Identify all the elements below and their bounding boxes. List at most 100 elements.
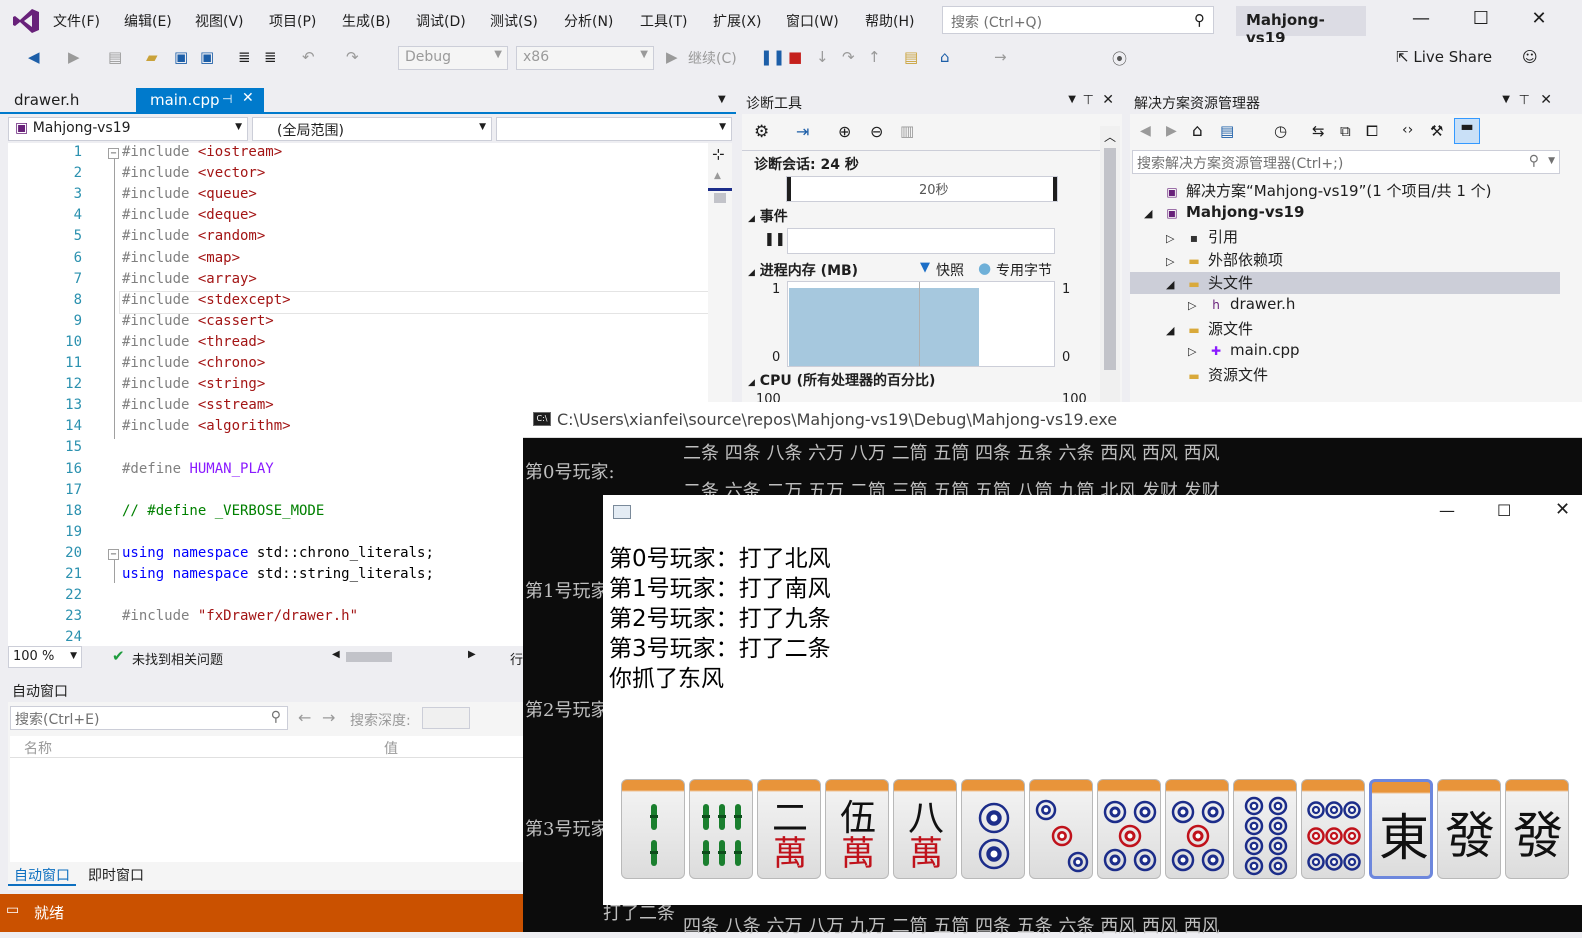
continue-button[interactable]: 继续(C) (688, 48, 737, 68)
chevron-down-icon[interactable]: ▼ (1068, 94, 1076, 105)
step-out-icon[interactable]: ↑ (868, 48, 881, 66)
pin-icon[interactable]: ⊣ (222, 92, 232, 106)
code-view-icon[interactable]: ‹› (1402, 122, 1413, 138)
menu-item[interactable]: 帮助(H) (865, 11, 914, 31)
code-line[interactable]: 4 #include <deque> (8, 207, 708, 228)
save-all-icon[interactable]: ▣ (200, 48, 214, 66)
scroll-thumb[interactable] (1104, 148, 1116, 370)
scroll-up-icon[interactable]: ︿ (1104, 128, 1116, 145)
pin-icon[interactable]: ⊤ (1519, 93, 1530, 108)
maximize-icon[interactable]: ☐ (1466, 8, 1496, 34)
minimize-icon[interactable]: — (1439, 501, 1455, 520)
tree-item[interactable]: ▷ ▪ 引用 (1130, 226, 1560, 248)
visual-studio-logo-icon[interactable] (12, 7, 40, 35)
breakpoints-icon[interactable]: ⦿ (1112, 48, 1127, 69)
forward-icon[interactable]: ▶ (1166, 123, 1177, 139)
code-line[interactable]: 9 #include <cassert> (8, 313, 708, 334)
uncomment-icon[interactable]: ≣ (264, 48, 277, 66)
menu-item[interactable]: 项目(P) (269, 11, 316, 31)
issues-status[interactable]: 未找到相关问题 (132, 649, 223, 668)
code-line[interactable]: 10 #include <thread> (8, 334, 708, 355)
console-title-bar[interactable]: C:\ C:\Users\xianfei\source\repos\Mahjon… (523, 402, 1582, 438)
close-icon[interactable]: ✕ (1540, 92, 1552, 108)
minimize-icon[interactable]: — (1406, 8, 1436, 34)
home-icon[interactable]: ⌂ (940, 48, 950, 66)
scope-select[interactable]: (全局范围) ▼ (252, 117, 492, 141)
menu-item[interactable]: 视图(V) (195, 11, 244, 31)
properties-wrench-icon[interactable]: ⚒ (1430, 122, 1443, 140)
new-project-icon[interactable]: ▤ (108, 48, 122, 66)
continue-icon[interactable]: ▶ (666, 48, 678, 66)
sync-icon[interactable]: ⇆ (1312, 122, 1325, 140)
expand-arrow-icon[interactable]: ▷ (1188, 299, 1206, 312)
mahjong-tile[interactable]: 發 (1437, 779, 1501, 879)
zoom-out-icon[interactable]: ⊖ (870, 122, 883, 141)
mahjong-tile[interactable]: 二萬 (757, 779, 821, 879)
close-tab-icon[interactable]: ✕ (242, 90, 254, 106)
pin-icon[interactable]: ⊤ (1083, 93, 1094, 108)
expand-arrow-icon[interactable]: ▷ (1166, 255, 1184, 268)
undo-icon[interactable]: ↶ (302, 48, 315, 66)
split-icon[interactable]: ⊹ (712, 145, 725, 163)
tree-item[interactable]: ◢ ▬ 头文件 (1130, 272, 1560, 294)
chart-icon[interactable]: ▥ (900, 122, 914, 140)
tab-immediate[interactable]: 即时窗口 (82, 862, 150, 886)
menu-item[interactable]: 编辑(E) (124, 11, 172, 31)
code-line[interactable]: 2 #include <vector> (8, 165, 708, 186)
next-statement-icon[interactable]: → (994, 48, 1007, 66)
maximize-icon[interactable]: ☐ (1497, 501, 1511, 520)
show-all-files-icon[interactable]: ⧠ (1366, 122, 1378, 140)
menu-item[interactable]: 文件(F) (53, 11, 100, 31)
redo-icon[interactable]: ↷ (346, 48, 359, 66)
mahjong-tile[interactable] (1233, 779, 1297, 879)
zoom-select[interactable]: 100 % ▼ (8, 646, 82, 668)
scroll-thumb[interactable] (714, 193, 726, 203)
pause-events-icon[interactable]: ❚❚ (764, 232, 786, 247)
menu-item[interactable]: 分析(N) (564, 11, 613, 31)
mahjong-tile[interactable]: 八萬 (893, 779, 957, 879)
tree-item[interactable]: ▷ ✚ main.cpp (1130, 341, 1560, 363)
platform-select[interactable]: x86 ▼ (516, 46, 654, 70)
search-back-icon[interactable]: ← (298, 708, 311, 727)
expand-arrow-icon[interactable]: ▷ (1166, 232, 1184, 245)
home-icon[interactable]: ⌂ (1192, 121, 1203, 141)
expand-arrow-icon[interactable]: ◢ (1166, 278, 1184, 291)
live-share-button[interactable]: ⇱ Live Share (1396, 48, 1492, 66)
code-line[interactable]: 7 #include <array> (8, 271, 708, 292)
tree-item[interactable]: ◢ ▣ Mahjong-vs19 (1130, 203, 1560, 225)
timeline-ruler[interactable]: 20秒 (786, 176, 1058, 202)
tab-autos[interactable]: 自动窗口 (8, 862, 76, 886)
pause-icon[interactable]: ❚❚ (760, 48, 785, 66)
mahjong-tile[interactable] (961, 779, 1025, 879)
mahjong-tile[interactable] (621, 779, 685, 879)
menu-item[interactable]: 调试(D) (416, 11, 466, 31)
scroll-left-icon[interactable]: ◀ (332, 649, 340, 660)
back-icon[interactable]: ◀ (28, 48, 40, 66)
scroll-up-icon[interactable]: ▲ (714, 171, 721, 181)
configuration-select[interactable]: Debug ▼ (398, 46, 508, 70)
column-name[interactable]: 名称 (24, 738, 52, 758)
timeline-end-handle[interactable] (1053, 177, 1057, 201)
game-title-bar[interactable]: — ☐ ✕ (603, 495, 1582, 531)
code-line[interactable]: 11 #include <chrono> (8, 355, 708, 376)
expand-arrow-icon[interactable]: ▷ (1188, 345, 1206, 358)
mahjong-tile[interactable] (1301, 779, 1365, 879)
step-into-icon[interactable]: ↓ (816, 48, 829, 66)
project-select[interactable]: ▣ Mahjong-vs19 ▼ (8, 117, 248, 141)
diagnostics-scrollbar[interactable]: ︿ (1100, 126, 1120, 406)
autos-search-input[interactable]: 搜索(Ctrl+E) ⚲ (10, 706, 288, 730)
pending-changes-icon[interactable]: ◷ (1274, 122, 1287, 140)
save-icon[interactable]: ▣ (174, 48, 188, 66)
menu-item[interactable]: 扩展(X) (713, 11, 762, 31)
tree-item[interactable]: ▣ 解决方案“Mahjong-vs19”(1 个项目/共 1 个) (1130, 180, 1560, 202)
feedback-icon[interactable]: ☺ (1522, 48, 1538, 66)
mahjong-tile[interactable] (1097, 779, 1161, 879)
events-section[interactable]: ◢ 事件 (748, 206, 788, 226)
open-folder-icon[interactable]: ▰ (146, 48, 158, 66)
chevron-down-icon[interactable]: ▼ (718, 94, 726, 105)
timeline-start-handle[interactable] (787, 177, 791, 201)
expand-arrow-icon[interactable]: ◢ (1166, 324, 1184, 337)
chevron-down-icon[interactable]: ▼ (1502, 94, 1510, 105)
quick-search-input[interactable]: 搜索 (Ctrl+Q) ⚲ (942, 6, 1214, 34)
select-tool-icon[interactable]: ⇥ (796, 122, 809, 141)
